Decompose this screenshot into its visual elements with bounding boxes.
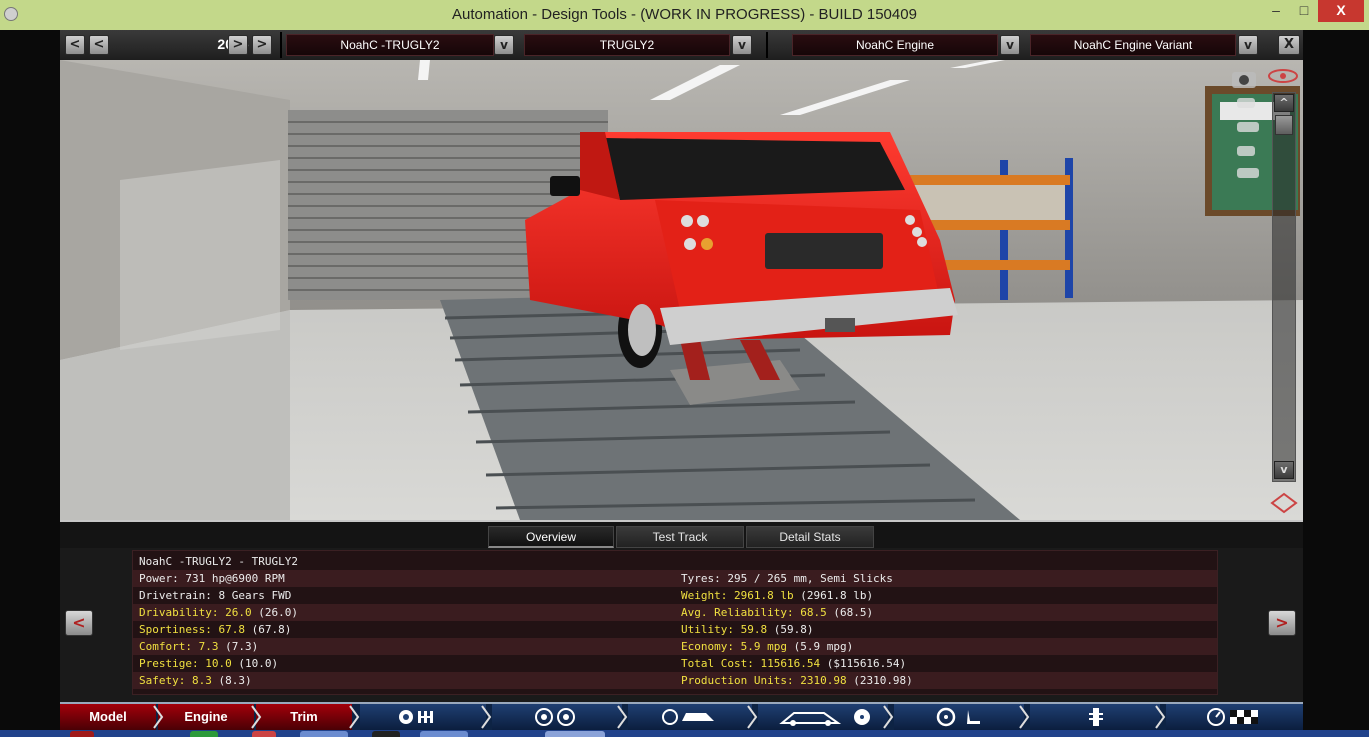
gearbox-icon bbox=[399, 710, 433, 724]
chevron-right-icon bbox=[153, 705, 164, 729]
car-3q-icon[interactable] bbox=[1237, 168, 1259, 178]
wheels-icon bbox=[535, 708, 575, 726]
stat-left: Power: 731 hp@6900 RPM bbox=[139, 572, 285, 585]
design-toolbar: < < 2015 > > NoahC -TRUGLY2 v TRUGLY2 v … bbox=[60, 30, 1303, 60]
trim-dropdown-button[interactable]: v bbox=[732, 35, 752, 55]
nav-engine[interactable]: Engine bbox=[158, 704, 254, 730]
taskbar-app-icon[interactable] bbox=[372, 731, 400, 737]
taskbar-app-icon[interactable] bbox=[252, 731, 276, 737]
stat-right: Tyres: 295 / 265 mm, Semi Slicks bbox=[681, 572, 893, 585]
scroll-up-button[interactable]: ^ bbox=[1274, 94, 1294, 112]
engine-dropdown-button[interactable]: v bbox=[1000, 35, 1020, 55]
camera-icon[interactable] bbox=[1232, 72, 1256, 88]
stats-next-button[interactable]: > bbox=[1268, 610, 1296, 636]
taskbar-app-icon[interactable] bbox=[190, 731, 218, 737]
engine-select[interactable]: NoahC Engine bbox=[792, 34, 998, 56]
model-dropdown-button[interactable]: v bbox=[494, 35, 514, 55]
taskbar-app-icon[interactable] bbox=[300, 731, 348, 737]
chevron-right-icon bbox=[481, 705, 492, 729]
car-body-icon bbox=[662, 709, 714, 725]
taskbar-app-icon[interactable] bbox=[420, 731, 468, 737]
car-front-icon[interactable] bbox=[1237, 98, 1255, 108]
car-rear-icon[interactable] bbox=[1237, 146, 1255, 156]
year-prev-fast-button[interactable]: < bbox=[65, 35, 85, 55]
maximize-button[interactable]: □ bbox=[1290, 0, 1318, 22]
viewport-scrollbar[interactable]: ^ v bbox=[1272, 92, 1296, 482]
garage-scene bbox=[60, 60, 1303, 520]
window-titlebar: Automation - Design Tools - (WORK IN PRO… bbox=[0, 0, 1369, 30]
tab-overview[interactable]: Overview bbox=[488, 526, 614, 548]
eye-icon[interactable] bbox=[1268, 69, 1298, 83]
stat-left: Comfort: 7.3 (7.3) bbox=[139, 640, 259, 653]
table-row: Drivability: 26.0 (26.0) Avg. Reliabilit… bbox=[133, 604, 1217, 621]
left-frame bbox=[0, 30, 60, 737]
chevron-right-icon bbox=[349, 705, 360, 729]
design-stage-nav: Model Engine Trim bbox=[60, 702, 1303, 730]
scroll-thumb[interactable] bbox=[1275, 115, 1293, 135]
window-title: Automation - Design Tools - (WORK IN PRO… bbox=[452, 6, 917, 23]
table-row: Safety: 8.3 (8.3) Production Units: 2310… bbox=[133, 672, 1217, 689]
toolbar-divider bbox=[766, 32, 768, 58]
stats-prev-button[interactable]: < bbox=[65, 610, 93, 636]
tab-detail-stats[interactable]: Detail Stats bbox=[746, 526, 874, 548]
shock-absorber-icon bbox=[1089, 708, 1103, 726]
chevron-right-icon bbox=[747, 705, 758, 729]
stat-left: Sportiness: 67.8 (67.8) bbox=[139, 623, 292, 636]
minimize-button[interactable]: – bbox=[1262, 0, 1290, 22]
model-select[interactable]: NoahC -TRUGLY2 bbox=[286, 34, 494, 56]
year-prev-button[interactable]: < bbox=[89, 35, 109, 55]
car-3d-viewport[interactable] bbox=[60, 60, 1303, 520]
chevron-right-icon bbox=[617, 705, 628, 729]
speedometer-flag-icon bbox=[1207, 708, 1258, 726]
stat-right: Total Cost: 115616.54 ($115616.54) bbox=[681, 657, 907, 670]
chevron-right-icon bbox=[1019, 705, 1030, 729]
scroll-down-button[interactable]: v bbox=[1274, 461, 1294, 479]
nav-trim[interactable]: Trim bbox=[256, 704, 352, 730]
close-window-button[interactable]: X bbox=[1318, 0, 1364, 22]
vertex-marker-icon bbox=[1270, 492, 1298, 514]
trim-select[interactable]: TRUGLY2 bbox=[524, 34, 730, 56]
engine-variant-select[interactable]: NoahC Engine Variant bbox=[1030, 34, 1236, 56]
car-name: NoahC -TRUGLY2 - TRUGLY2 bbox=[139, 555, 298, 568]
year-next-button[interactable]: > bbox=[228, 35, 248, 55]
stats-overview: NoahC -TRUGLY2 - TRUGLY2 Power: 731 hp@6… bbox=[132, 550, 1218, 695]
table-row: Prestige: 10.0 (10.0) Total Cost: 115616… bbox=[133, 655, 1217, 672]
car-fan-icon bbox=[779, 709, 870, 726]
table-row: Drivetrain: 8 Gears FWD Weight: 2961.8 l… bbox=[133, 587, 1217, 604]
close-designer-button[interactable]: X bbox=[1278, 35, 1300, 55]
steering-seat-icon bbox=[936, 707, 980, 727]
stat-left: Drivetrain: 8 Gears FWD bbox=[139, 589, 292, 602]
stat-right: Production Units: 2310.98 (2310.98) bbox=[681, 674, 913, 687]
stat-left: Safety: 8.3 (8.3) bbox=[139, 674, 252, 687]
taskbar-app-icon[interactable] bbox=[70, 731, 94, 737]
stat-left: Drivability: 26.0 (26.0) bbox=[139, 606, 298, 619]
stat-left: Prestige: 10.0 (10.0) bbox=[139, 657, 279, 670]
table-row: Power: 731 hp@6900 RPM Tyres: 295 / 265 … bbox=[133, 570, 1217, 587]
nav-model[interactable]: Model bbox=[60, 704, 156, 730]
table-row: Comfort: 7.3 (7.3) Economy: 5.9 mpg (5.9… bbox=[133, 638, 1217, 655]
toolbar-divider bbox=[280, 32, 282, 58]
car-side-icon[interactable] bbox=[1237, 122, 1259, 132]
stat-right: Economy: 5.9 mpg (5.9 mpg) bbox=[681, 640, 854, 653]
table-row: Sportiness: 67.8 (67.8) Utility: 59.8 (5… bbox=[133, 621, 1217, 638]
tab-test-track[interactable]: Test Track bbox=[616, 526, 744, 548]
stats-header-row: NoahC -TRUGLY2 - TRUGLY2 bbox=[133, 553, 1217, 570]
year-next-fast-button[interactable]: > bbox=[252, 35, 272, 55]
chevron-right-icon bbox=[883, 705, 894, 729]
engine-variant-dropdown-button[interactable]: v bbox=[1238, 35, 1258, 55]
stats-tab-bar: Overview Test Track Detail Stats bbox=[60, 520, 1303, 548]
chevron-right-icon bbox=[1155, 705, 1166, 729]
chevron-right-icon bbox=[251, 705, 262, 729]
right-frame bbox=[1303, 30, 1369, 737]
taskbar-app-icon[interactable] bbox=[545, 731, 605, 737]
stat-right: Avg. Reliability: 68.5 (68.5) bbox=[681, 606, 874, 619]
stat-right: Utility: 59.8 (59.8) bbox=[681, 623, 814, 636]
stat-right: Weight: 2961.8 lb (2961.8 lb) bbox=[681, 589, 874, 602]
